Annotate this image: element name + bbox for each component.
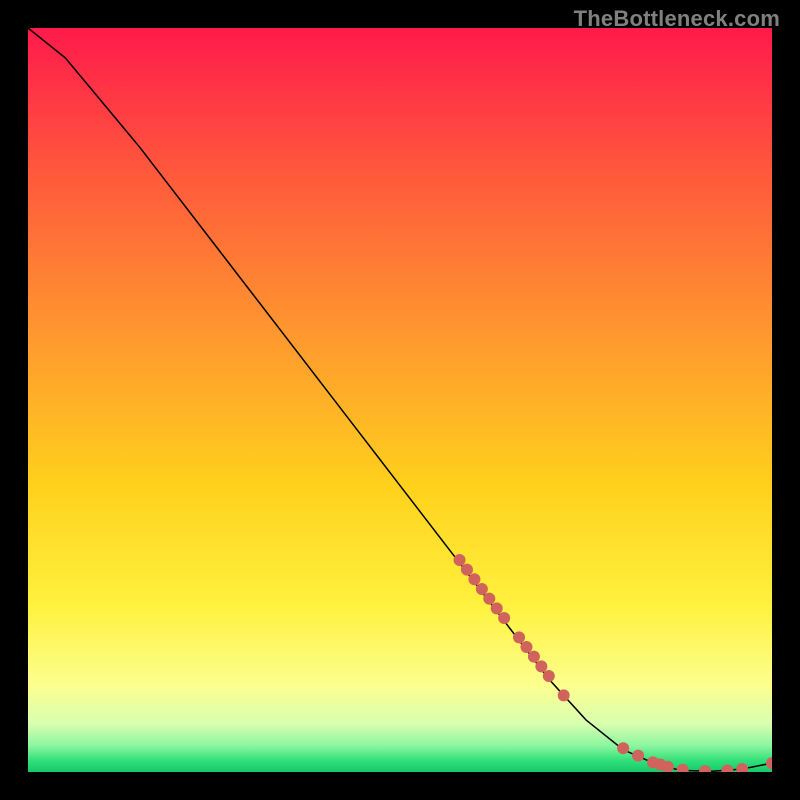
marker-point bbox=[543, 670, 555, 682]
marker-point bbox=[520, 641, 532, 653]
marker-point bbox=[454, 554, 466, 566]
marker-point bbox=[468, 573, 480, 585]
marker-point bbox=[461, 564, 473, 576]
marker-point bbox=[513, 631, 525, 643]
marker-point bbox=[476, 583, 488, 595]
plot-background bbox=[28, 28, 772, 772]
marker-point bbox=[498, 612, 510, 624]
marker-point bbox=[558, 689, 570, 701]
marker-point bbox=[617, 742, 629, 754]
marker-point bbox=[535, 660, 547, 672]
marker-point bbox=[483, 593, 495, 605]
marker-point bbox=[528, 651, 540, 663]
chart-container: TheBottleneck.com bbox=[0, 0, 800, 800]
marker-point bbox=[632, 750, 644, 762]
bottleneck-chart bbox=[28, 28, 772, 772]
marker-point bbox=[491, 602, 503, 614]
